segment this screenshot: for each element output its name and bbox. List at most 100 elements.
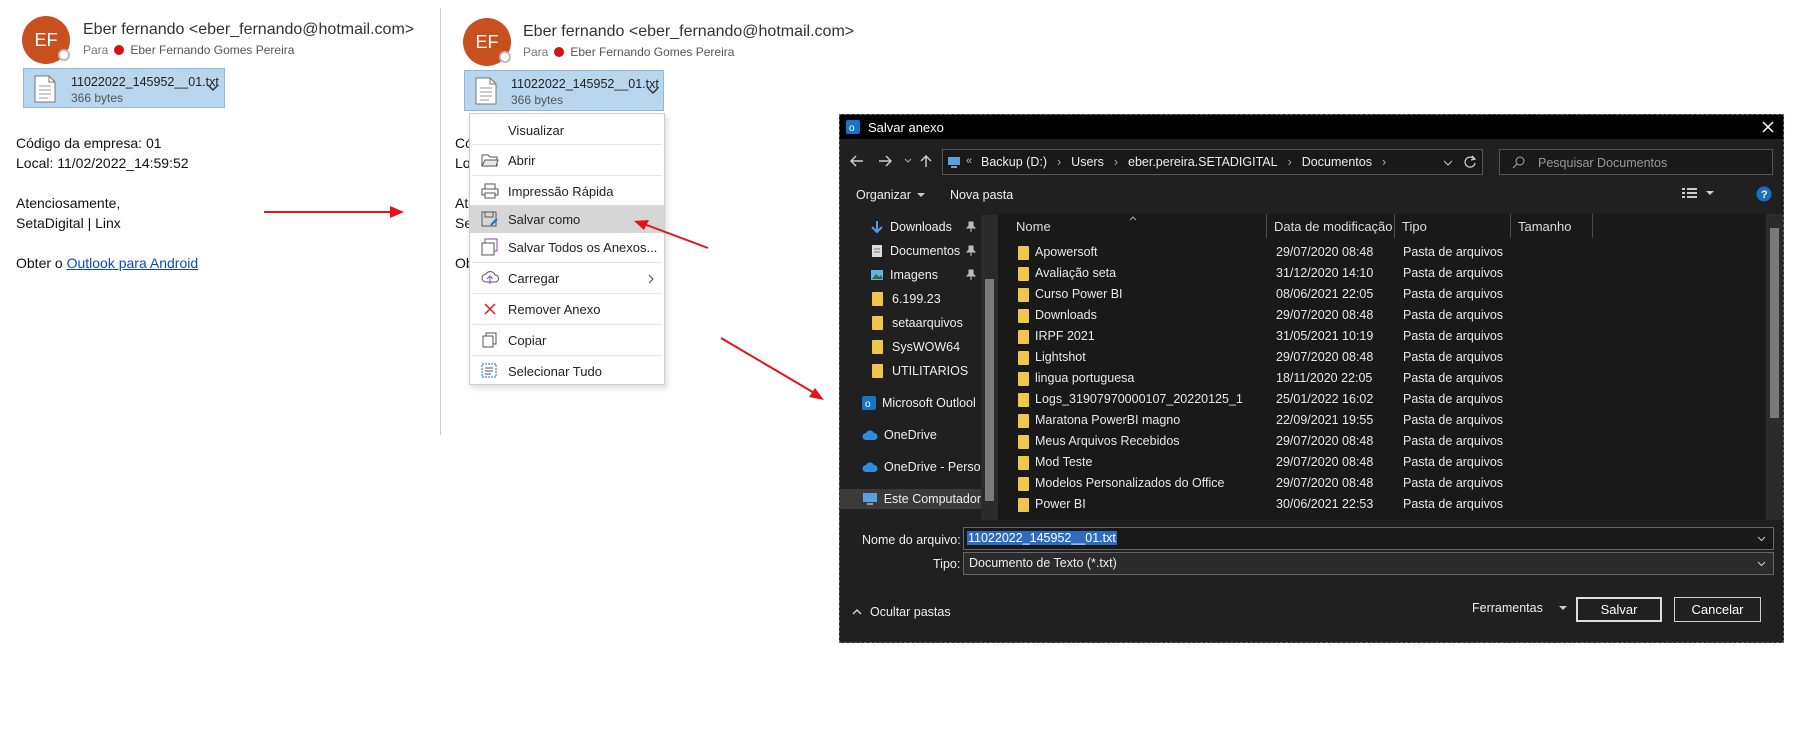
file-list-scrollbar[interactable] — [1766, 214, 1783, 520]
file-row[interactable]: Avaliação seta 31/12/2020 14:10 Pasta de a… — [998, 265, 1763, 283]
refresh-icon[interactable] — [1463, 155, 1477, 169]
menu-item-carregar[interactable]: Carregar — [470, 264, 664, 292]
search-placeholder: Pesquisar Documentos — [1538, 156, 1668, 170]
organize-button[interactable]: Organizar — [856, 188, 925, 202]
help-icon[interactable]: ? — [1756, 186, 1772, 202]
forward-arrow-icon[interactable] — [878, 155, 892, 167]
nav-scrollbar-thumb[interactable] — [985, 279, 994, 501]
new-folder-button[interactable]: Nova pasta — [950, 188, 1013, 202]
file-row[interactable]: Mod Teste 29/07/2020 08:48 Pasta de arquiv… — [998, 454, 1763, 472]
nav-item-folder[interactable]: setaarquivos — [872, 313, 963, 333]
attachment-card[interactable]: 11022022_145952__01.txt 366 bytes — [464, 70, 664, 111]
file-row[interactable]: Apowersoft 29/07/2020 08:48 Pasta de arqui… — [998, 244, 1763, 262]
file-row[interactable]: Meus Arquivos Recebidos 29/07/2020 08:48 P… — [998, 433, 1763, 451]
nav-item-documentos[interactable]: Documentos — [870, 241, 976, 261]
file-list-scrollbar-thumb[interactable] — [1770, 228, 1779, 418]
attachment-card[interactable]: 11022022_145952__01.txt 366 bytes — [23, 68, 225, 108]
file-type-select[interactable]: Documento de Texto (*.txt) — [963, 552, 1774, 575]
breadcrumb-separator-icon: › — [1287, 155, 1292, 169]
dialog-title: Salvar anexo — [868, 120, 944, 135]
hide-folders-toggle[interactable]: Ocultar pastas — [852, 605, 951, 619]
nav-item-imagens[interactable]: Imagens — [870, 265, 976, 285]
recent-locations-chevron-icon[interactable] — [904, 158, 912, 164]
column-header-date[interactable]: Data de modificação — [1274, 214, 1393, 238]
file-name: lingua portuguesa — [1035, 371, 1135, 385]
search-input[interactable]: Pesquisar Documentos — [1499, 149, 1773, 175]
menu-item-label: Salvar como — [508, 211, 581, 227]
nav-label: OneDrive — [884, 428, 937, 442]
nav-item-folder[interactable]: SysWOW64 — [872, 337, 960, 357]
chevron-down-icon — [916, 192, 925, 197]
menu-item-remover-anexo[interactable]: Remover Anexo — [470, 295, 664, 323]
menu-item-abrir[interactable]: Abrir — [470, 146, 664, 174]
outlook-icon: o — [862, 396, 876, 410]
to-label: Para — [83, 43, 109, 57]
menu-item-impressao-rapida[interactable]: Impressão Rápida — [470, 177, 664, 205]
column-header-name[interactable]: Nome — [1016, 214, 1051, 238]
column-separator[interactable] — [1266, 214, 1267, 238]
documents-icon — [872, 245, 882, 257]
outlook-android-link[interactable]: Outlook para Android — [67, 255, 199, 271]
file-row[interactable]: Downloads 29/07/2020 08:48 Pasta de arquiv… — [998, 307, 1763, 325]
address-dropdown-icon[interactable] — [1443, 160, 1453, 166]
menu-item-visualizar[interactable]: Visualizar — [470, 116, 664, 144]
svg-text:o: o — [865, 399, 871, 410]
column-separator[interactable] — [1510, 214, 1511, 238]
nav-item-folder[interactable]: UTILITARIOS — [872, 361, 968, 381]
file-row[interactable]: Logs_31907970000107_20220125_1 25/01/2022… — [998, 391, 1763, 409]
text-file-icon — [34, 75, 56, 103]
file-row[interactable]: Power BI 30/06/2021 22:53 Pasta de arquivo… — [998, 496, 1763, 514]
breadcrumb-overflow-icon[interactable]: « — [966, 155, 972, 167]
menu-item-label: Visualizar — [508, 122, 565, 138]
folder-icon — [1018, 498, 1029, 512]
file-row[interactable]: lingua portuguesa 18/11/2020 22:05 Pasta d… — [998, 370, 1763, 388]
cancel-button[interactable]: Cancelar — [1674, 597, 1761, 622]
filename-input[interactable]: 11022022_145952__01.txt — [963, 527, 1774, 550]
column-separator[interactable] — [1592, 214, 1593, 238]
up-arrow-icon[interactable] — [920, 154, 932, 168]
chevron-down-icon[interactable] — [1757, 561, 1766, 567]
save-button[interactable]: Salvar — [1576, 597, 1662, 622]
chevron-down-icon[interactable] — [207, 84, 219, 92]
nav-item-downloads[interactable]: Downloads — [870, 217, 976, 237]
nav-scrollbar[interactable] — [981, 215, 998, 520]
tools-label: Ferramentas — [1472, 601, 1543, 615]
file-type: Pasta de arquivos — [1403, 329, 1504, 343]
breadcrumb-item[interactable]: Documentos — [1302, 155, 1372, 169]
nav-item-folder[interactable]: 6.199.23 — [872, 289, 941, 309]
breadcrumb-item[interactable]: eber.pereira.SETADIGITAL — [1128, 155, 1278, 169]
menu-item-copiar[interactable]: Copiar — [470, 326, 664, 354]
back-arrow-icon[interactable] — [850, 155, 864, 167]
close-icon[interactable] — [1762, 121, 1774, 133]
chevron-down-icon[interactable] — [1757, 536, 1766, 542]
cloud-icon — [862, 462, 878, 472]
file-row[interactable]: Modelos Personalizados do Office 29/07/20… — [998, 475, 1763, 493]
column-header-size[interactable]: Tamanho — [1518, 214, 1571, 238]
breadcrumb-separator-icon: › — [1381, 155, 1387, 169]
nav-item-onedrive-personal[interactable]: OneDrive - Persor — [862, 457, 985, 477]
column-header-type[interactable]: Tipo — [1402, 214, 1427, 238]
breadcrumb-item[interactable]: Backup (D:) — [981, 155, 1047, 169]
recipient-name[interactable]: Eber Fernando Gomes Pereira — [130, 43, 294, 57]
nav-label: Este Computador — [883, 492, 981, 506]
address-bar[interactable]: « Backup (D:) › Users › eber.pereira.SETAD… — [942, 149, 1483, 175]
file-row[interactable]: Lightshot 29/07/2020 08:48 Pasta de arquiv… — [998, 349, 1763, 367]
nav-item-outlook[interactable]: o Microsoft Outlool — [862, 393, 976, 413]
dialog-titlebar: o Salvar anexo — [840, 115, 1783, 139]
file-type: Pasta de arquivos — [1403, 434, 1504, 448]
breadcrumb-item[interactable]: Users — [1071, 155, 1104, 169]
view-options-button[interactable] — [1682, 187, 1714, 199]
chevron-down-icon[interactable] — [647, 87, 659, 95]
nav-item-onedrive[interactable]: OneDrive — [862, 425, 937, 445]
file-row[interactable]: Curso Power BI 08/06/2021 22:05 Pasta de a… — [998, 286, 1763, 304]
menu-item-selecionar-tudo[interactable]: Selecionar Tudo — [470, 357, 664, 385]
file-row[interactable]: Maratona PowerBI magno 22/09/2021 19:55 Pa… — [998, 412, 1763, 430]
recipient-status-dot — [114, 45, 125, 55]
file-type: Pasta de arquivos — [1403, 266, 1504, 280]
file-row[interactable]: IRPF 2021 31/05/2021 10:19 Pasta de arquiv… — [998, 328, 1763, 346]
save-as-icon — [481, 211, 498, 227]
nav-item-este-computador[interactable]: Este Computador — [840, 489, 981, 509]
column-separator[interactable] — [1394, 214, 1395, 238]
recipient-name[interactable]: Eber Fernando Gomes Pereira — [570, 45, 734, 59]
tools-button[interactable]: Ferramentas — [1472, 601, 1567, 615]
